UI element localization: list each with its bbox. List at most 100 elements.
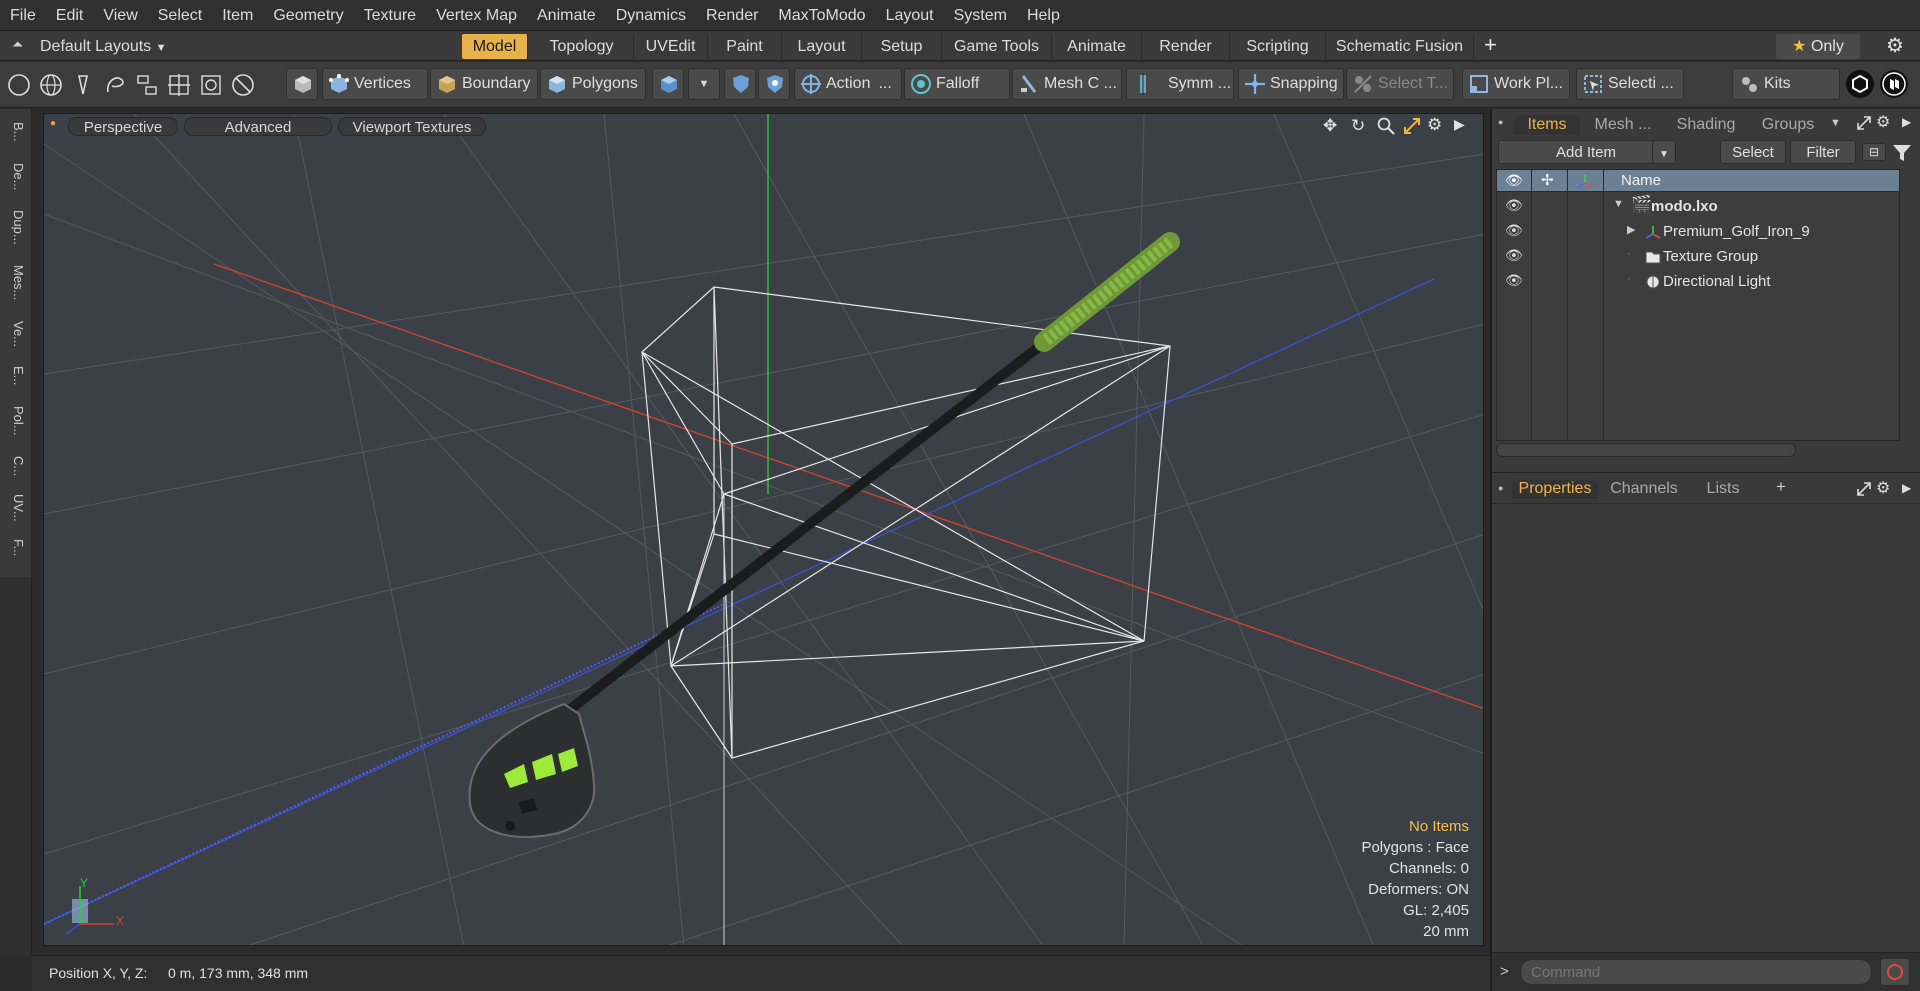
record-button[interactable] xyxy=(1880,958,1910,986)
collapse-up-icon[interactable]: ⏶ xyxy=(12,36,23,53)
falloff-button[interactable]: Falloff xyxy=(904,68,1010,100)
tab-curve[interactable]: C... xyxy=(6,451,26,481)
visibility-eye-icon[interactable]: 👁 xyxy=(1505,272,1523,289)
menu-dynamics[interactable]: Dynamics xyxy=(606,0,696,31)
panel-dot-icon[interactable]: ● xyxy=(1498,117,1503,127)
menu-layout[interactable]: Layout xyxy=(876,0,944,31)
select-through-button[interactable]: Select T... xyxy=(1346,68,1454,100)
tree-row-directional-light[interactable]: 👁 · Directional Light xyxy=(1497,269,1899,294)
tab-paint[interactable]: Paint xyxy=(708,34,782,59)
menu-system[interactable]: System xyxy=(944,0,1017,31)
material-mode-button[interactable] xyxy=(652,68,684,100)
action-center-button[interactable]: Action ... xyxy=(794,68,902,100)
tab-mesh[interactable]: Mesh ... xyxy=(1582,115,1664,135)
visibility-eye-icon[interactable]: 👁 xyxy=(1505,172,1523,189)
expand-icon[interactable] xyxy=(1856,481,1872,497)
menu-file[interactable]: File xyxy=(0,0,46,31)
tab-properties[interactable]: Properties xyxy=(1512,479,1598,499)
menu-item[interactable]: Item xyxy=(212,0,263,31)
tab-game-tools[interactable]: Game Tools xyxy=(942,34,1052,59)
snapping-button[interactable]: Snapping xyxy=(1238,68,1344,100)
3d-viewport[interactable]: Y X ● Perspective Advanced Viewport Text… xyxy=(43,113,1484,946)
filter-button[interactable]: Filter xyxy=(1790,140,1856,164)
tab-fusion[interactable]: F... xyxy=(6,533,26,563)
add-tab-button[interactable]: + xyxy=(1484,32,1497,58)
unity-icon[interactable] xyxy=(1846,70,1874,98)
selection-sets-button[interactable]: Selecti ... xyxy=(1576,68,1684,100)
layout-dropdown[interactable]: Default Layouts ▼ xyxy=(40,34,167,59)
tab-lists[interactable]: Lists xyxy=(1690,479,1756,499)
gear-icon[interactable]: ⚙ xyxy=(1876,478,1890,498)
tab-schematic-fusion[interactable]: Schematic Fusion xyxy=(1326,34,1474,59)
kits-button[interactable]: Kits xyxy=(1732,68,1840,100)
tree-row-golf-iron[interactable]: 👁 ▶ Premium_Golf_Iron_9 xyxy=(1497,219,1899,244)
chevron-down-icon[interactable]: ▼ xyxy=(1830,117,1841,129)
lock-column-icon[interactable]: ✢ xyxy=(1541,171,1554,189)
viewport-textures-button[interactable]: Viewport Textures xyxy=(338,117,486,136)
tab-render[interactable]: Render xyxy=(1142,34,1230,59)
pin-icon[interactable] xyxy=(70,72,96,98)
command-input[interactable] xyxy=(1520,959,1872,985)
menu-help[interactable]: Help xyxy=(1017,0,1070,31)
tab-layout[interactable]: Layout xyxy=(782,34,862,59)
menu-render[interactable]: Render xyxy=(696,0,768,31)
connect-icon[interactable] xyxy=(134,72,160,98)
tab-polygon[interactable]: Pol... xyxy=(6,401,26,441)
menu-animate[interactable]: Animate xyxy=(527,0,606,31)
snap-shield-button[interactable] xyxy=(758,68,790,100)
tab-vertex[interactable]: Ve... xyxy=(6,317,26,351)
tab-duplicate[interactable]: Dup... xyxy=(6,205,26,249)
tab-mesh-edit[interactable]: Mes... xyxy=(6,259,26,307)
rotate-icon[interactable]: ↻ xyxy=(1351,116,1365,136)
symmetry-shield-button[interactable] xyxy=(724,68,756,100)
vertices-button[interactable]: Vertices xyxy=(322,68,428,100)
mesh-constraint-button[interactable]: Mesh C ... xyxy=(1012,68,1122,100)
menu-edit[interactable]: Edit xyxy=(46,0,94,31)
globe-icon[interactable] xyxy=(38,72,64,98)
only-toggle[interactable]: ★ Only xyxy=(1776,34,1860,59)
symmetry-button[interactable]: Symm ... xyxy=(1126,68,1234,100)
menu-view[interactable]: View xyxy=(93,0,147,31)
funnel-icon[interactable] xyxy=(1892,144,1912,162)
tab-edge[interactable]: E... xyxy=(6,361,26,391)
expand-triangle-icon[interactable]: ▶ xyxy=(1627,223,1635,236)
add-item-dropdown[interactable]: ▼ xyxy=(1652,140,1676,164)
expand-triangle-icon[interactable]: ▼ xyxy=(1613,198,1624,210)
tree-row-modo-lxo[interactable]: 👁 ▼ 🎬 modo.lxo xyxy=(1497,194,1899,219)
pan-icon[interactable]: ✥ xyxy=(1323,116,1337,136)
frame-icon[interactable] xyxy=(198,72,224,98)
gear-icon[interactable]: ⚙ xyxy=(1886,33,1904,58)
panel-dot-icon[interactable]: ● xyxy=(1498,483,1503,493)
item-mode-button[interactable] xyxy=(286,68,318,100)
unreal-icon[interactable] xyxy=(1880,70,1908,98)
chevron-right-icon[interactable]: ▶ xyxy=(1454,116,1465,133)
work-plane-button[interactable]: Work Pl... xyxy=(1462,68,1570,100)
viewport-dot-icon[interactable]: ● xyxy=(50,118,56,129)
no-select-icon[interactable] xyxy=(230,72,256,98)
tree-row-texture-group[interactable]: 👁 · Texture Group xyxy=(1497,244,1899,269)
chevron-right-icon[interactable]: ▶ xyxy=(1902,115,1911,129)
tab-basic[interactable]: B... xyxy=(6,117,26,147)
advanced-button[interactable]: Advanced xyxy=(184,117,332,136)
polygons-button[interactable]: Polygons xyxy=(540,68,646,100)
tab-topology[interactable]: Topology xyxy=(530,34,634,59)
chevron-right-icon[interactable]: ▶ xyxy=(1902,481,1911,495)
select-element-icon[interactable] xyxy=(6,72,32,98)
tab-scripting[interactable]: Scripting xyxy=(1230,34,1326,59)
menu-select[interactable]: Select xyxy=(148,0,212,31)
menu-texture[interactable]: Texture xyxy=(354,0,426,31)
select-button[interactable]: Select xyxy=(1720,140,1786,164)
expand-icon[interactable] xyxy=(1856,115,1872,131)
tab-model[interactable]: Model xyxy=(462,34,528,59)
gear-icon[interactable]: ⚙ xyxy=(1427,115,1442,135)
name-column-header[interactable]: Name xyxy=(1621,172,1661,189)
tab-groups[interactable]: Groups xyxy=(1748,115,1828,135)
tab-uvedit[interactable]: UVEdit xyxy=(634,34,708,59)
tab-setup[interactable]: Setup xyxy=(862,34,942,59)
locator-column-icon[interactable] xyxy=(1577,173,1593,189)
maximize-icon[interactable] xyxy=(1403,117,1421,135)
tab-channels[interactable]: Channels xyxy=(1604,479,1684,499)
add-tab-button[interactable]: + xyxy=(1776,477,1786,497)
zoom-icon[interactable] xyxy=(1377,117,1395,135)
tab-uv[interactable]: UV... xyxy=(6,491,26,525)
